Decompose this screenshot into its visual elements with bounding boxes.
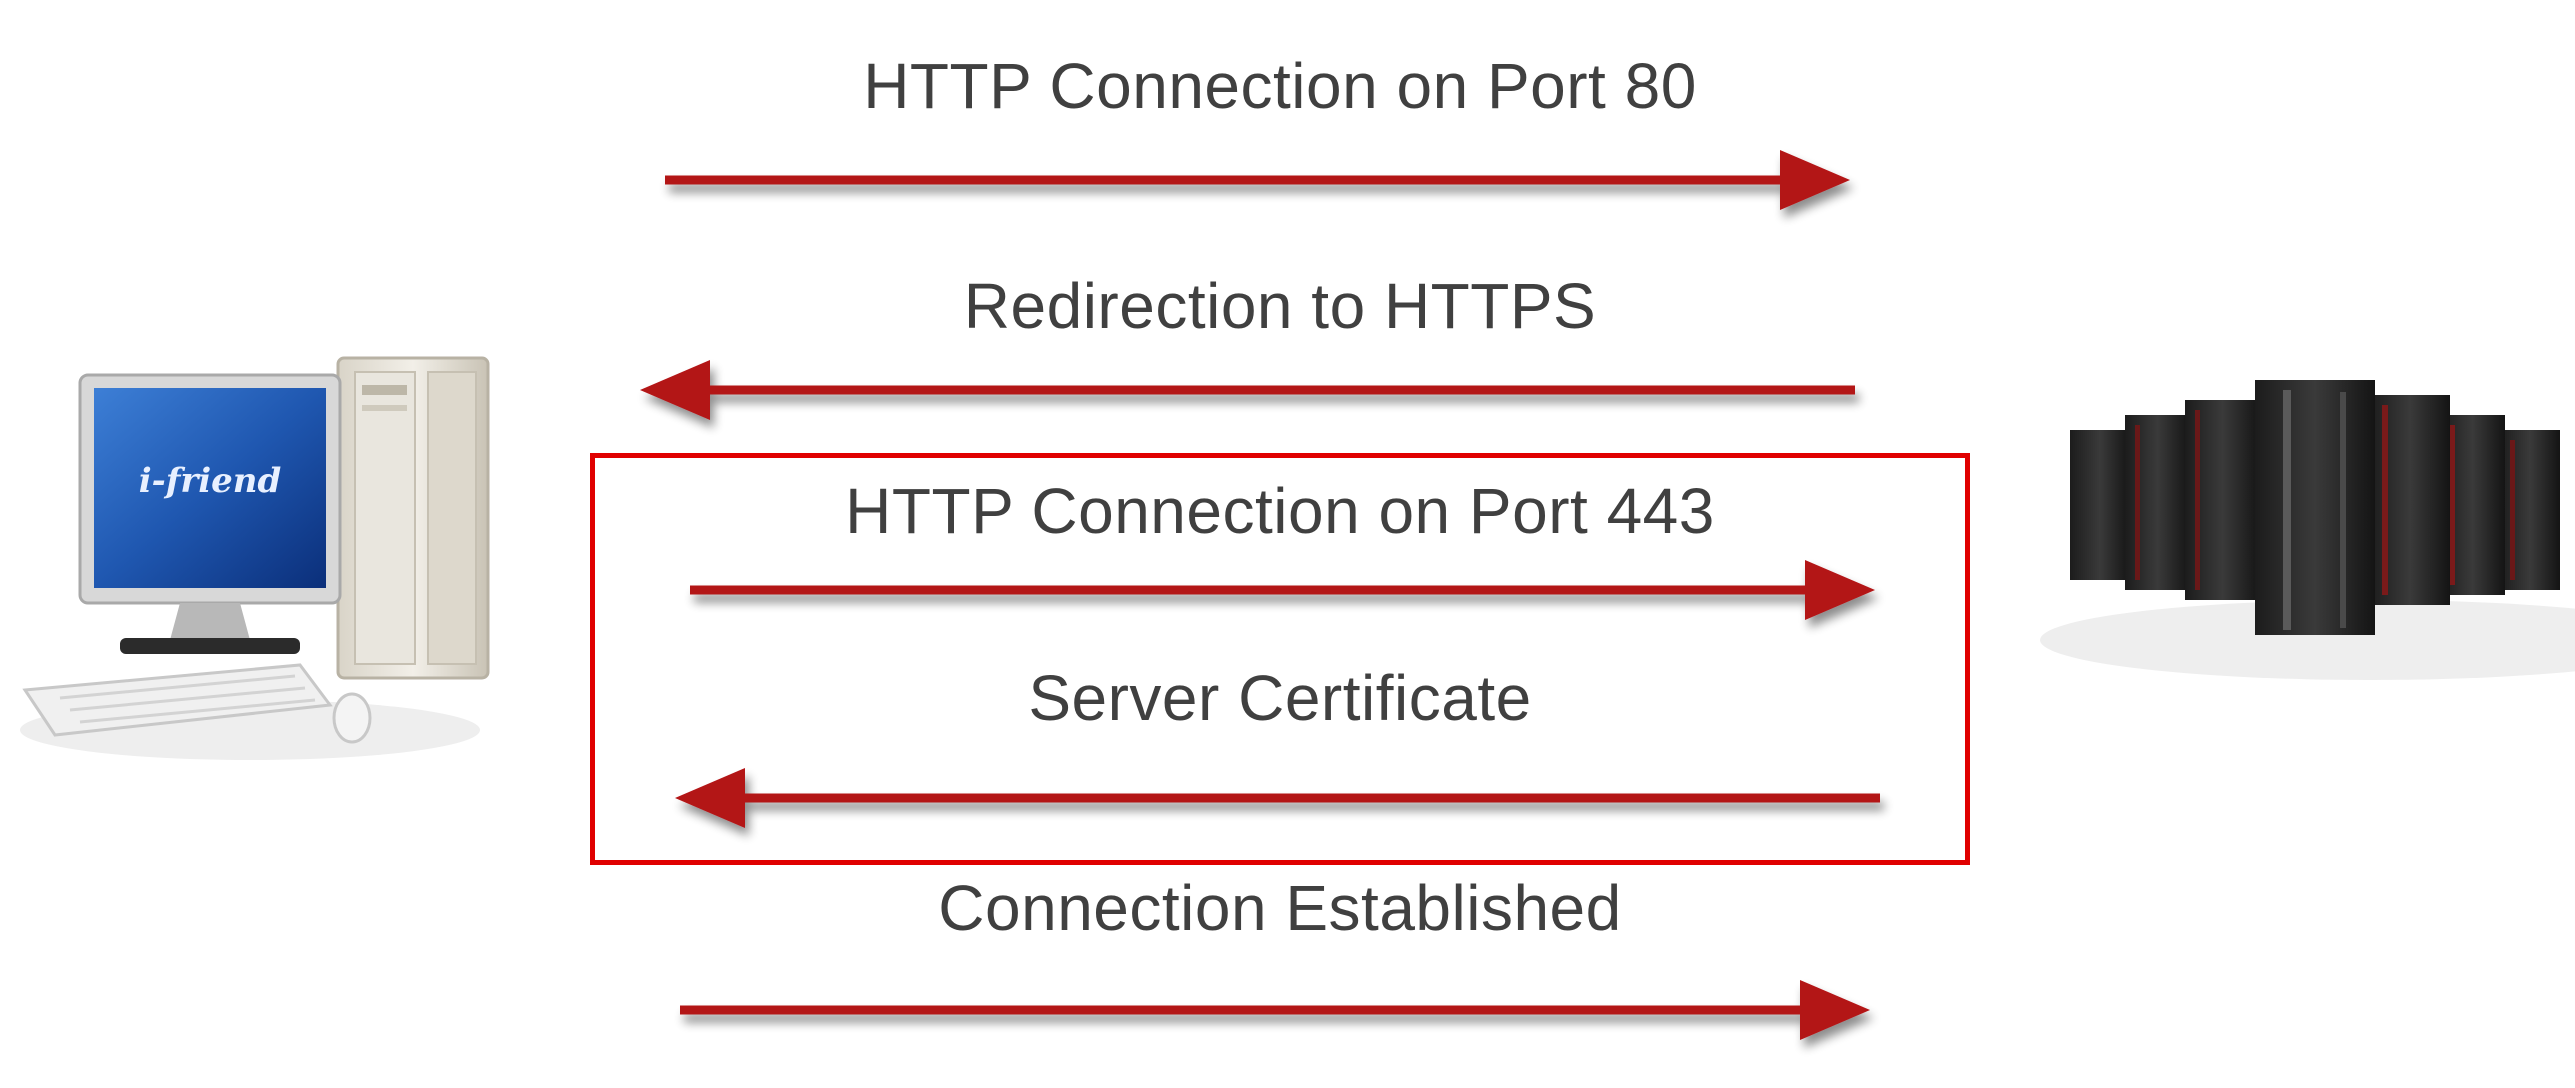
arrow-connection-established-icon: [680, 980, 1870, 1040]
message-label-http-80: HTTP Connection on Port 80: [863, 50, 1697, 122]
message-label-connection-established: Connection Established: [938, 872, 1622, 944]
server-rack-icon: [2040, 380, 2575, 680]
monitor-brand-logo: i-friend: [139, 461, 282, 501]
message-label-http-443: HTTP Connection on Port 443: [845, 475, 1715, 547]
message-label-redirect: Redirection to HTTPS: [963, 270, 1597, 342]
arrow-http-80-icon: [665, 150, 1850, 210]
https-redirect-diagram: i-friend HTTP Connection on Port 80 Redi…: [0, 0, 2575, 1088]
arrow-redirect-icon: [640, 360, 1855, 420]
message-label-server-certificate: Server Certificate: [1028, 662, 1532, 734]
client-computer-icon: i-friend: [20, 356, 490, 760]
